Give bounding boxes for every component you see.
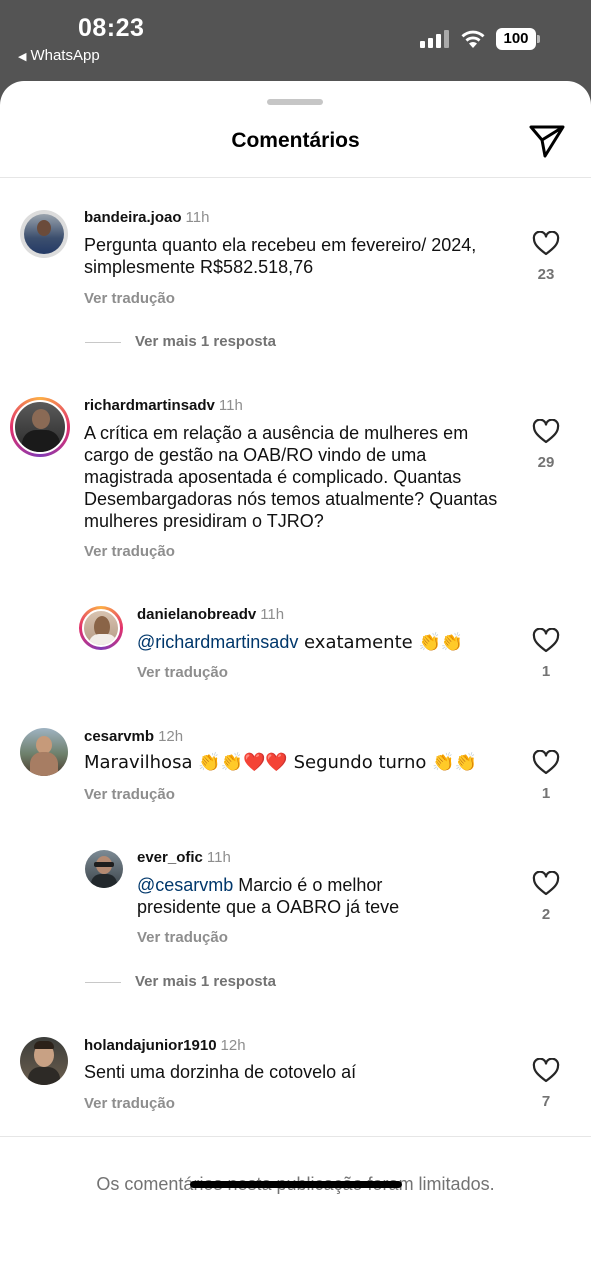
mention-link[interactable]: @richardmartinsadv: [137, 632, 298, 652]
username[interactable]: cesarvmb: [84, 728, 154, 745]
drag-handle[interactable]: [267, 99, 323, 105]
heart-icon[interactable]: [532, 231, 560, 256]
replies-line: [85, 341, 121, 343]
view-more-replies-label: Ver mais 1 resposta: [135, 973, 276, 990]
reply-meta: ever_ofic 11h: [137, 849, 231, 866]
like-control: 23: [529, 231, 563, 283]
reply-text: @richardmartinsadv exatamente 👏👏: [137, 631, 517, 654]
avatar[interactable]: [10, 397, 70, 457]
comment-meta: richardmartinsadv 11h: [84, 397, 243, 414]
comment-text: Maravilhosa 👏👏❤️❤️ Segundo turno 👏👏: [84, 752, 477, 773]
comment-meta: holandajunior1910 12h: [84, 1037, 246, 1054]
comments-sheet: Comentários bandeira.joao 11h Pergunta qu…: [0, 81, 591, 1280]
comment-meta: cesarvmb 12h: [84, 728, 183, 745]
reply-text: @cesarvmb Marcio é o melhor presidente q…: [137, 874, 437, 918]
back-app-label: WhatsApp: [30, 47, 100, 64]
wifi-icon: [461, 30, 485, 48]
heart-icon[interactable]: [532, 750, 560, 775]
footer-divider: [0, 1136, 591, 1137]
comment-text: Senti uma dorzinha de cotovelo aí: [84, 1062, 357, 1082]
home-indicator[interactable]: [190, 1181, 402, 1188]
view-more-replies-button[interactable]: Ver mais 1 resposta: [85, 973, 276, 990]
heart-icon[interactable]: [532, 419, 560, 444]
status-bar: 08:23 ◀ WhatsApp 100: [0, 0, 591, 82]
timestamp: 12h: [220, 1037, 246, 1054]
see-translation-button[interactable]: Ver tradução: [137, 664, 228, 681]
clock: 08:23: [78, 14, 145, 42]
like-count: 23: [537, 266, 555, 283]
see-translation-button[interactable]: Ver tradução: [84, 1095, 175, 1112]
view-more-replies-label: Ver mais 1 resposta: [135, 333, 276, 350]
timestamp: 11h: [185, 209, 210, 226]
timestamp: 11h: [218, 397, 243, 414]
heart-icon[interactable]: [532, 871, 560, 896]
battery-indicator: 100: [496, 28, 540, 50]
cellular-signal-icon: [420, 30, 450, 48]
avatar[interactable]: [79, 606, 123, 650]
like-count: 7: [541, 1093, 551, 1110]
like-control: 29: [529, 419, 563, 471]
like-control: 2: [529, 871, 563, 923]
like-control: 1: [529, 628, 563, 680]
comment-text: A crítica em relação a ausência de mulhe…: [84, 423, 498, 531]
see-translation-button[interactable]: Ver tradução: [84, 543, 175, 560]
mention-link[interactable]: @cesarvmb: [137, 875, 233, 895]
username[interactable]: richardmartinsadv: [84, 397, 215, 414]
avatar[interactable]: [20, 728, 68, 776]
like-count: 2: [541, 906, 551, 923]
comment-text: Pergunta quanto ela recebeu em fevereiro…: [84, 235, 477, 277]
view-more-replies-button[interactable]: Ver mais 1 resposta: [85, 333, 276, 350]
back-to-app-link[interactable]: ◀ WhatsApp: [18, 47, 100, 64]
comment-meta: bandeira.joao 11h: [84, 209, 209, 226]
back-triangle-icon: ◀: [18, 51, 27, 63]
reply-meta: danielanobreadv 11h: [137, 606, 284, 623]
see-translation-button[interactable]: Ver tradução: [137, 929, 228, 946]
heart-icon[interactable]: [532, 628, 560, 653]
send-icon[interactable]: [528, 123, 566, 159]
like-control: 7: [529, 1058, 563, 1110]
username[interactable]: ever_ofic: [137, 849, 203, 866]
timestamp: 11h: [260, 606, 285, 623]
timestamp: 12h: [158, 728, 184, 745]
like-count: 29: [537, 454, 555, 471]
timestamp: 11h: [206, 849, 231, 866]
sheet-title: Comentários: [231, 129, 360, 152]
like-count: 1: [541, 663, 551, 680]
avatar[interactable]: [85, 850, 123, 888]
heart-icon[interactable]: [532, 1058, 560, 1083]
like-control: 1: [529, 750, 563, 802]
username[interactable]: holandajunior1910: [84, 1037, 217, 1054]
avatar[interactable]: [20, 1037, 68, 1085]
see-translation-button[interactable]: Ver tradução: [84, 786, 175, 803]
like-count: 1: [541, 785, 551, 802]
replies-line: [85, 981, 121, 983]
username[interactable]: danielanobreadv: [137, 606, 256, 623]
see-translation-button[interactable]: Ver tradução: [84, 290, 175, 307]
reply-body: exatamente 👏👏: [298, 632, 464, 653]
avatar[interactable]: [20, 210, 68, 258]
header-divider: [0, 177, 591, 178]
username[interactable]: bandeira.joao: [84, 209, 182, 226]
